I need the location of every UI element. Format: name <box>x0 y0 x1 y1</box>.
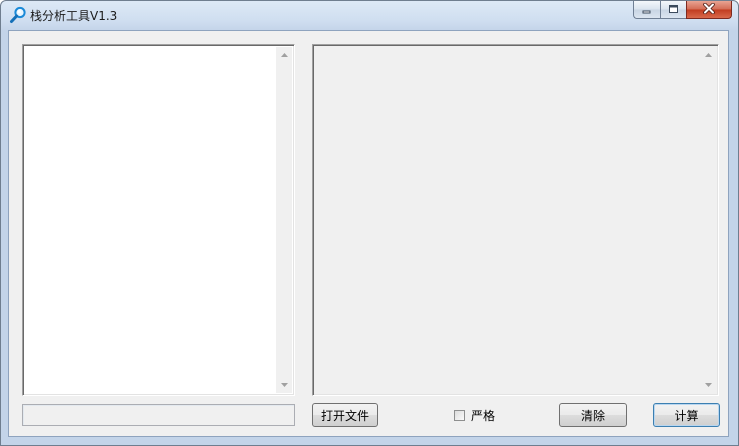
clear-button[interactable]: 清除 <box>559 403 627 427</box>
scroll-up-arrow-icon[interactable] <box>276 47 292 63</box>
output-area-scrollbar[interactable] <box>700 47 716 393</box>
close-button[interactable] <box>686 1 732 19</box>
minimize-icon <box>642 3 652 17</box>
maximize-button[interactable] <box>660 1 686 19</box>
output-area[interactable] <box>312 44 719 396</box>
scroll-up-arrow-icon[interactable] <box>700 47 716 63</box>
close-icon <box>702 2 716 17</box>
maximize-icon <box>668 3 679 17</box>
strict-checkbox-box[interactable] <box>454 409 465 421</box>
caption-buttons <box>633 1 732 20</box>
open-file-button[interactable]: 打开文件 <box>312 403 378 427</box>
strict-checkbox-label: 严格 <box>471 408 496 423</box>
status-field <box>22 404 295 426</box>
strict-checkbox[interactable]: 严格 <box>454 407 495 423</box>
scroll-down-arrow-icon[interactable] <box>276 377 292 393</box>
scroll-down-arrow-icon[interactable] <box>700 377 716 393</box>
magnifier-icon <box>9 6 27 24</box>
file-list[interactable] <box>22 44 295 396</box>
client-area: 打开文件 严格 清除 计算 <box>8 30 729 437</box>
window-title: 栈分析工具V1.3 <box>30 9 118 23</box>
title-bar[interactable]: 栈分析工具V1.3 <box>1 1 738 29</box>
compute-button[interactable]: 计算 <box>653 403 720 427</box>
file-list-scrollbar[interactable] <box>276 47 292 393</box>
minimize-button[interactable] <box>633 1 660 19</box>
app-window: 栈分析工具V1.3 打开文件 严格 清除 计算 <box>0 0 739 446</box>
